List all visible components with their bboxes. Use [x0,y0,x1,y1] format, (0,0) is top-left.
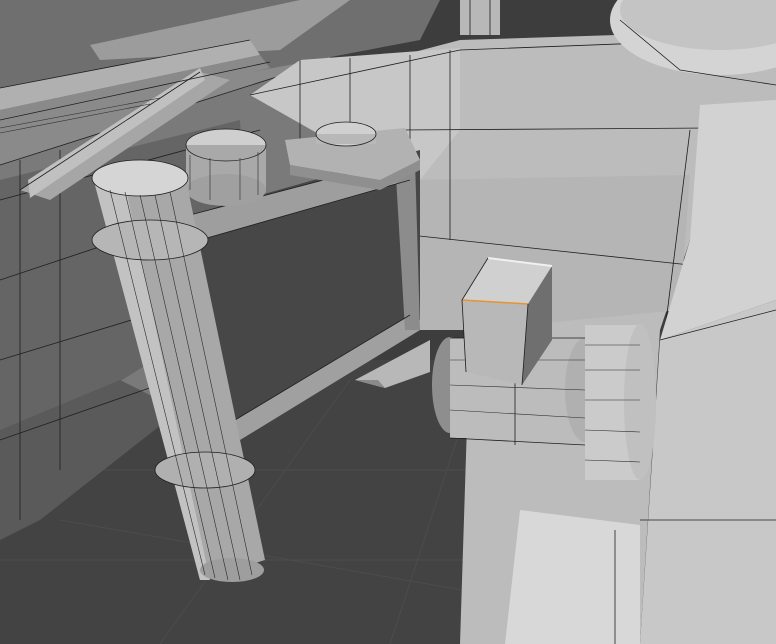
cylinder-post-rear[interactable] [185,128,267,206]
3d-viewport[interactable] [0,0,776,644]
